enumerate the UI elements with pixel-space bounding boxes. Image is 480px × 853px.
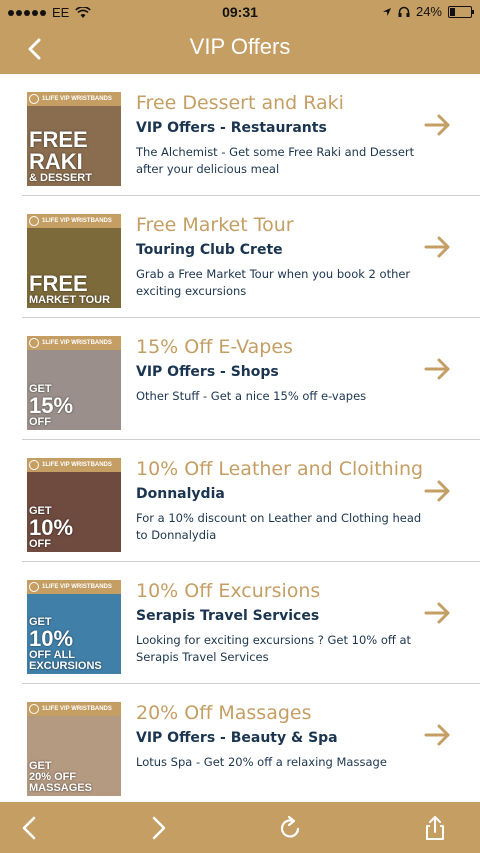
offer-thumbnail: 1LIFE VIP WRISTBANDS GET 20% OFF MASSAGES xyxy=(27,702,121,796)
arrow-right-icon[interactable] xyxy=(424,113,452,137)
brand-logo-icon xyxy=(29,338,39,348)
offer-thumbnail: 1LIFE VIP WRISTBANDS GET 10% OFF xyxy=(27,458,121,552)
offer-description: The Alchemist - Get some Free Raki and D… xyxy=(136,145,415,176)
thumbnail-caption-line: 10% xyxy=(29,515,74,540)
brand-logo-icon xyxy=(29,216,39,226)
offer-thumbnail: 1LIFE VIP WRISTBANDS FREE MARKET TOUR xyxy=(27,214,121,308)
arrow-right-icon[interactable] xyxy=(424,357,452,381)
offer-thumbnail: 1LIFE VIP WRISTBANDS GET 15% OFF xyxy=(27,336,121,430)
offer-description: Grab a Free Market Tour when you book 2 … xyxy=(136,267,411,298)
thumbnail-caption-line: & DESSERT xyxy=(29,172,92,184)
arrow-right-icon[interactable] xyxy=(424,235,452,259)
battery-icon xyxy=(448,5,474,18)
offer-subtitle: Touring Club Crete xyxy=(136,242,283,258)
offer-subtitle: VIP Offers - Beauty & Spa xyxy=(136,730,338,746)
thumbnail-banner: 1LIFE VIP WRISTBANDS xyxy=(27,458,121,472)
offer-title: Free Dessert and Raki xyxy=(136,92,344,114)
thumbnail-caption-line: FREE xyxy=(29,271,88,296)
offer-item[interactable]: 1LIFE VIP WRISTBANDS GET 10% OFF ALL EXCURSI… xyxy=(0,562,480,684)
thumbnail-caption: GET 20% OFF MASSAGES xyxy=(29,761,92,794)
thumbnail-caption-line: EXCURSIONS xyxy=(29,660,102,672)
thumbnail-banner-text: 1LIFE VIP WRISTBANDS xyxy=(42,706,112,712)
thumbnail-caption: GET 10% OFF xyxy=(29,506,73,550)
share-icon[interactable] xyxy=(421,814,449,842)
thumbnail-caption-line: MARKET TOUR xyxy=(29,294,111,306)
offer-title: 10% Off Leather and Cloithing xyxy=(136,458,424,480)
nav-bar: VIP Offers xyxy=(0,24,480,74)
offer-title: 10% Off Excursions xyxy=(136,580,321,602)
offer-description: For a 10% discount on Leather and Clothi… xyxy=(136,511,422,542)
brand-logo-icon xyxy=(29,582,39,592)
bottom-toolbar xyxy=(0,802,480,853)
location-icon xyxy=(382,7,391,16)
chevron-right-icon[interactable] xyxy=(144,814,172,842)
offer-item[interactable]: 1LIFE VIP WRISTBANDS GET 15% OFF 15% Off E-V… xyxy=(0,318,480,440)
thumbnail-caption-line: MASSAGES xyxy=(29,782,92,794)
battery-percent: 24% xyxy=(415,4,442,19)
brand-logo-icon xyxy=(29,704,39,714)
arrow-right-icon[interactable] xyxy=(424,479,452,503)
thumbnail-banner-text: 1LIFE VIP WRISTBANDS xyxy=(42,584,112,590)
chevron-left-icon[interactable] xyxy=(16,814,44,842)
thumbnail-caption-line: OFF xyxy=(29,538,51,550)
refresh-icon[interactable] xyxy=(276,814,304,842)
offer-thumbnail: 1LIFE VIP WRISTBANDS GET 10% OFF ALL EXCURSI… xyxy=(27,580,121,674)
offer-title: Free Market Tour xyxy=(136,214,294,236)
thumbnail-caption: FREE RAKI & DESSERT xyxy=(29,129,92,184)
thumbnail-caption-line: FREE xyxy=(29,127,88,152)
status-right: 24% xyxy=(382,4,474,19)
offer-thumbnail: 1LIFE VIP WRISTBANDS FREE RAKI & DESSERT xyxy=(27,92,121,186)
thumbnail-caption-line: 15% xyxy=(29,393,74,418)
offer-title: 20% Off Massages xyxy=(136,702,312,724)
thumbnail-banner: 1LIFE VIP WRISTBANDS xyxy=(27,336,121,350)
status-bar: EE 09:31 24% xyxy=(0,0,480,24)
thumbnail-caption: FREE MARKET TOUR xyxy=(29,273,110,306)
offers-list: 1LIFE VIP WRISTBANDS FREE RAKI & DESSERT Fre… xyxy=(0,74,480,802)
offer-item[interactable]: 1LIFE VIP WRISTBANDS FREE RAKI & DESSERT Fre… xyxy=(0,74,480,196)
thumbnail-banner-text: 1LIFE VIP WRISTBANDS xyxy=(42,462,112,468)
thumbnail-caption: GET 15% OFF xyxy=(29,384,73,428)
thumbnail-banner: 1LIFE VIP WRISTBANDS xyxy=(27,580,121,594)
thumbnail-banner-text: 1LIFE VIP WRISTBANDS xyxy=(42,96,112,102)
thumbnail-banner: 1LIFE VIP WRISTBANDS xyxy=(27,702,121,716)
headphones-icon xyxy=(398,6,410,17)
offer-description: Lotus Spa - Get 20% off a relaxing Massa… xyxy=(136,755,387,769)
offer-subtitle: Donnalydia xyxy=(136,486,225,502)
thumbnail-banner: 1LIFE VIP WRISTBANDS xyxy=(27,92,121,106)
offer-title: 15% Off E-Vapes xyxy=(136,336,293,358)
offer-description: Other Stuff - Get a nice 15% off e-vapes xyxy=(136,389,367,403)
offer-subtitle: VIP Offers - Restaurants xyxy=(136,120,327,136)
thumbnail-banner: 1LIFE VIP WRISTBANDS xyxy=(27,214,121,228)
thumbnail-caption-line: 10% xyxy=(29,626,74,651)
offer-item[interactable]: 1LIFE VIP WRISTBANDS GET 10% OFF 10% Off Lea… xyxy=(0,440,480,562)
brand-logo-icon xyxy=(29,460,39,470)
brand-logo-icon xyxy=(29,94,39,104)
thumbnail-caption: GET 10% OFF ALL EXCURSIONS xyxy=(29,617,102,672)
thumbnail-caption-line: OFF xyxy=(29,416,51,428)
thumbnail-banner-text: 1LIFE VIP WRISTBANDS xyxy=(42,218,112,224)
offer-subtitle: VIP Offers - Shops xyxy=(136,364,279,380)
arrow-right-icon[interactable] xyxy=(424,723,452,747)
offer-item[interactable]: 1LIFE VIP WRISTBANDS GET 20% OFF MASSAGES 20… xyxy=(0,684,480,802)
page-title: VIP Offers xyxy=(189,34,291,59)
thumbnail-caption-line: RAKI xyxy=(29,149,83,174)
offer-subtitle: Serapis Travel Services xyxy=(136,608,320,624)
offer-item[interactable]: 1LIFE VIP WRISTBANDS FREE MARKET TOUR Free … xyxy=(0,196,480,318)
arrow-right-icon[interactable] xyxy=(424,601,452,625)
thumbnail-banner-text: 1LIFE VIP WRISTBANDS xyxy=(42,340,112,346)
offer-description: Looking for exciting excursions ? Get 10… xyxy=(136,633,412,664)
